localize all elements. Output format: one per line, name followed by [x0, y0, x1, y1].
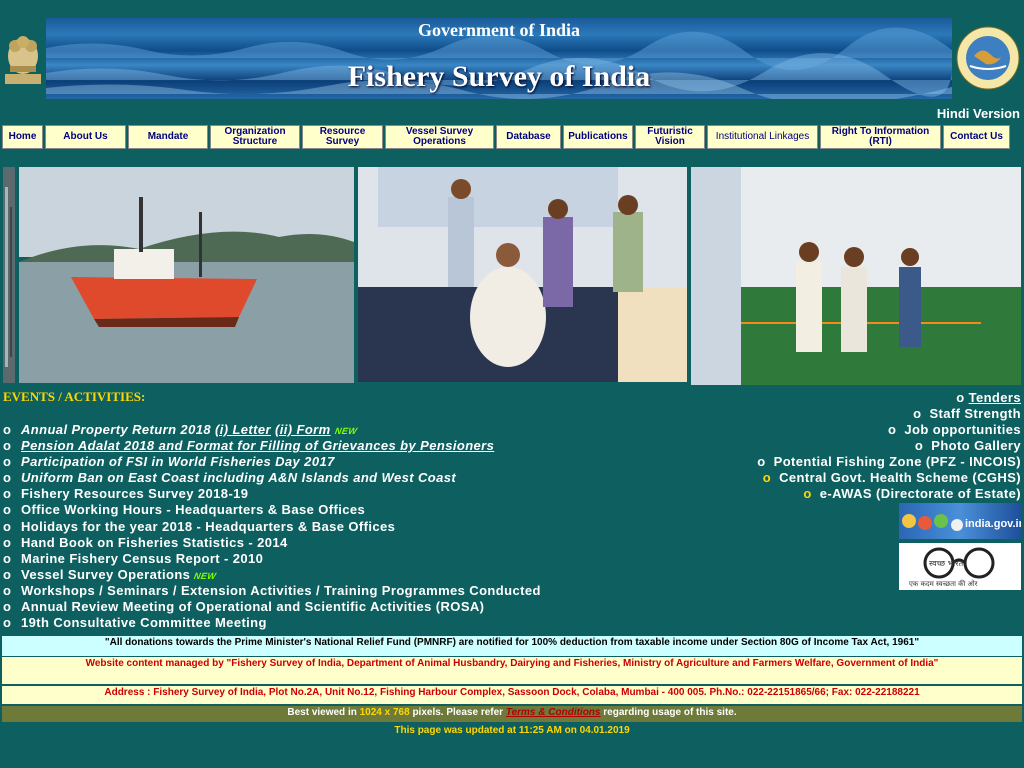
nav-contact-us[interactable]: Contact Us — [943, 125, 1010, 149]
nav-mandate[interactable]: Mandate — [128, 125, 208, 149]
list-item: o Holidays for the year 2018 - Headquarte… — [3, 518, 396, 534]
svg-text:स्वच्छ भारत: स्वच्छ भारत — [929, 559, 964, 568]
svg-text:एक कदम स्वच्छता की ओर: एक कदम स्वच्छता की ओर — [909, 579, 978, 588]
list-item: o 19th Consultative Committee Meeting — [3, 615, 267, 631]
list-item: o Office Working Hours - Headquarters & B… — [3, 502, 366, 518]
pmnrf-notice: "All donations towards the Prime Ministe… — [2, 636, 1022, 656]
form-link[interactable]: (ii) Form — [275, 422, 331, 437]
event-link[interactable]: Marine Fishery Census Report - 2010 — [21, 551, 263, 566]
cghs-link[interactable]: Central Govt. Health Scheme (CGHS) — [779, 470, 1021, 485]
site-title: Fishery Survey of India — [347, 60, 651, 93]
list-item: o Annual Property Return 2018 (i) Letter … — [3, 422, 358, 437]
list-item: o Hand Book on Fisheries Statistics - 201… — [3, 534, 288, 550]
government-of-india-title: Government of India — [418, 20, 580, 40]
event-link[interactable]: Fishery Resources Survey 2018-19 — [21, 486, 248, 501]
exhibition-photo — [358, 167, 687, 382]
india-gov-banner[interactable]: india.gov.in — [899, 503, 1024, 539]
list-item: o Vessel Survey Operations NEW — [3, 566, 218, 582]
list-item: o Photo Gallery — [914, 438, 1021, 453]
photo-strip — [3, 167, 15, 383]
last-updated: This page was updated at 11:25 AM on 04.… — [394, 725, 630, 736]
letter-link[interactable]: (i) Letter — [215, 422, 271, 437]
nav-database[interactable]: Database — [496, 125, 561, 149]
photo-gallery-link[interactable]: Photo Gallery — [931, 438, 1021, 453]
event-link[interactable]: Annual Review Meeting of Operational and… — [21, 599, 484, 614]
event-link[interactable]: Office Working Hours - Headquarters & Ba… — [21, 502, 365, 517]
nav-organization-structure[interactable]: Organization Structure — [210, 125, 300, 149]
terms-conditions-link[interactable]: Terms & Conditions — [506, 707, 601, 718]
event-link[interactable]: Workshops / Seminars / Extension Activit… — [21, 583, 541, 598]
event-link[interactable]: Hand Book on Fisheries Statistics - 2014 — [21, 535, 288, 550]
nav-institutional-linkages[interactable]: Institutional Linkages — [707, 125, 818, 149]
event-link[interactable]: Vessel Survey Operations — [21, 567, 190, 582]
events-heading: EVENTS / ACTIVITIES: — [3, 389, 146, 404]
nav-rti[interactable]: Right To Information (RTI) — [820, 125, 941, 149]
nav-futuristic-vision[interactable]: Futuristic Vision — [635, 125, 705, 149]
event-link[interactable]: Uniform Ban on East Coast including A&N … — [21, 470, 456, 485]
list-item: o Uniform Ban on East Coast including A&N… — [3, 470, 457, 486]
inauguration-photo — [691, 167, 1021, 385]
list-item: o Job opportunities — [888, 422, 1021, 437]
quick-links: o Tenders o Staff Strength o Job opportu… — [757, 390, 1021, 502]
events-list: o Annual Property Return 2018 (i) Letter … — [3, 422, 541, 631]
list-item: o Central Govt. Health Scheme (CGHS) — [762, 470, 1021, 485]
nav-publications[interactable]: Publications — [563, 125, 633, 149]
job-opportunities-link[interactable]: Job opportunities — [904, 422, 1021, 437]
event-link[interactable]: Holidays for the year 2018 - Headquarter… — [21, 519, 395, 534]
main-nav: Home About Us Mandate Organization Struc… — [2, 125, 1022, 151]
pfz-link[interactable]: Potential Fishing Zone (PFZ - INCOIS) — [774, 454, 1021, 469]
best-viewed-bar: Best viewed in 1024 x 768 pixels. Please… — [2, 706, 1022, 722]
content-managed-notice: Website content managed by "Fishery Surv… — [2, 657, 1022, 684]
list-item: o Potential Fishing Zone (PFZ - INCOIS) — [757, 454, 1021, 469]
list-item: o Pension Adalat 2018 and Format for Fill… — [3, 438, 495, 454]
new-badge: NEW — [333, 426, 358, 436]
event-link[interactable]: 19th Consultative Committee Meeting — [21, 615, 267, 630]
list-item: o Workshops / Seminars / Extension Activi… — [3, 582, 541, 598]
eawas-link[interactable]: e-AWAS (Directorate of Estate) — [820, 486, 1021, 501]
event-link[interactable]: Annual Property Return 2018 — [21, 422, 211, 437]
list-item: o Tenders — [956, 390, 1021, 405]
nav-resource-survey[interactable]: Resource Survey — [302, 125, 383, 149]
event-link[interactable]: Participation of FSI in World Fisheries … — [21, 454, 335, 469]
list-item: o Annual Review Meeting of Operational an… — [3, 599, 485, 615]
list-item: o Staff Strength — [913, 406, 1021, 421]
staff-strength-link[interactable]: Staff Strength — [929, 406, 1021, 421]
national-emblem-icon — [2, 26, 44, 90]
list-item: o Fishery Resources Survey 2018-19 — [3, 486, 249, 502]
fsi-logo-icon — [956, 26, 1020, 90]
event-link[interactable]: Pension Adalat 2018 and Format for Filli… — [21, 438, 494, 453]
new-badge: NEW — [193, 570, 218, 581]
vessel-photo — [19, 167, 354, 383]
address-bar: Address : Fishery Survey of India, Plot … — [2, 686, 1022, 704]
tenders-link[interactable]: Tenders — [969, 390, 1021, 405]
nav-home[interactable]: Home — [2, 125, 43, 149]
svg-text:india.gov.in: india.gov.in — [965, 518, 1021, 530]
list-item: o e-AWAS (Directorate of Estate) — [803, 486, 1021, 501]
swachh-bharat-logo[interactable]: स्वच्छ भारत एक कदम स्वच्छता की ओर — [899, 543, 1021, 590]
nav-about-us[interactable]: About Us — [45, 125, 126, 149]
list-item: o Marine Fishery Census Report - 2010 — [3, 550, 264, 566]
nav-vessel-survey-operations[interactable]: Vessel Survey Operations — [385, 125, 494, 149]
hindi-version-link[interactable]: Hindi Version — [937, 106, 1020, 121]
list-item: o Participation of FSI in World Fisheries… — [3, 454, 335, 470]
header-banner: Government of India Fishery Survey of In… — [46, 18, 952, 99]
